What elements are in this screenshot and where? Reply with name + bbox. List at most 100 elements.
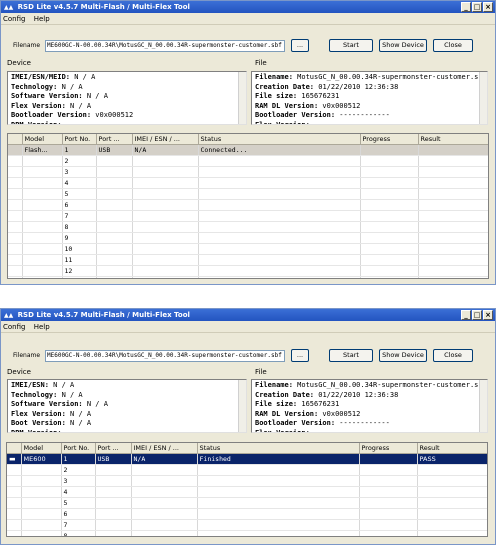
port-no-column-header[interactable]: Port No. <box>61 443 96 454</box>
window-title: RSD Lite v4.5.7 Multi-Flash / Multi-Flex… <box>17 3 190 11</box>
table-row[interactable]: 5 <box>7 497 487 509</box>
imei-cell <box>132 177 199 189</box>
port-type-column-header[interactable]: Port ... <box>95 443 132 454</box>
table-row[interactable]: 6 <box>8 199 488 211</box>
close-button[interactable]: Close <box>433 39 473 52</box>
status-cell <box>197 486 360 498</box>
model-cell <box>22 188 63 200</box>
table-row[interactable]: 7 <box>7 519 487 531</box>
table-row[interactable]: 8 <box>7 530 487 536</box>
progress-column-header[interactable]: Progress <box>360 134 419 145</box>
maximize-button[interactable]: □ <box>472 310 482 320</box>
table-row[interactable]: 5 <box>8 188 488 200</box>
browse-button[interactable]: ... <box>291 349 309 362</box>
imei-cell <box>132 243 199 255</box>
table-row[interactable]: 2 <box>8 155 488 167</box>
status-cell <box>198 232 361 244</box>
port-no-cell: 5 <box>61 497 96 509</box>
progress-cell <box>360 166 419 178</box>
minimize-button[interactable]: _ <box>461 2 471 12</box>
close-window-button[interactable]: × <box>483 310 493 320</box>
port-no-column-header[interactable]: Port No. <box>62 134 97 145</box>
table-row[interactable]: 7 <box>8 210 488 222</box>
model-cell <box>22 210 63 222</box>
imei-column-header[interactable]: IMEI / ESN / ... <box>131 443 198 454</box>
table-row[interactable]: 2 <box>7 464 487 476</box>
model-column-header[interactable]: Model <box>22 134 63 145</box>
show-device-button[interactable]: Show Device <box>379 349 427 362</box>
table-row[interactable]: 13 <box>8 276 488 278</box>
port-type-cell <box>96 221 133 233</box>
table-row[interactable]: 4 <box>8 177 488 189</box>
model-cell <box>21 464 62 476</box>
filename-field[interactable]: ME600GC-N-00.00.34R\MotusGC_N_00.00.34R-… <box>45 350 285 362</box>
row-icon-cell <box>7 497 22 509</box>
status-cell <box>197 530 360 536</box>
port-type-cell <box>96 188 133 200</box>
model-cell <box>21 497 62 509</box>
browse-button[interactable]: ... <box>291 39 309 52</box>
table-row[interactable]: 3 <box>7 475 487 487</box>
result-column-header[interactable]: Result <box>418 134 488 145</box>
imei-column-header[interactable]: IMEI / ESN / ... <box>132 134 199 145</box>
row-icon-cell <box>8 221 23 233</box>
status-cell <box>198 265 361 277</box>
result-cell <box>417 464 487 476</box>
menu-config[interactable]: Config <box>3 15 25 23</box>
table-row[interactable]: 10 <box>8 243 488 255</box>
status-column-header[interactable]: Status <box>198 134 361 145</box>
start-button[interactable]: Start <box>329 39 373 52</box>
device-scrollbar[interactable] <box>238 380 246 432</box>
close-window-button[interactable]: × <box>483 2 493 12</box>
status-cell <box>198 155 361 167</box>
table-row[interactable]: 11 <box>8 254 488 266</box>
filename-field[interactable]: ME600GC-N-00.00.34R\MotusGC_N_00.00.34R-… <box>45 40 285 52</box>
menu-help[interactable]: Help <box>34 323 50 331</box>
table-row[interactable]: 9 <box>8 232 488 244</box>
model-column-header[interactable]: Model <box>21 443 62 454</box>
maximize-button[interactable]: □ <box>472 2 482 12</box>
status-cell <box>198 177 361 189</box>
file-scrollbar[interactable] <box>479 72 487 124</box>
status-cell <box>198 166 361 178</box>
device-info-line: Flex Version: N / A <box>11 101 92 110</box>
menu-config[interactable]: Config <box>3 323 25 331</box>
port-grid: Model Port No. Port ... IMEI / ESN / ... Sta… <box>7 133 489 279</box>
port-type-column-header[interactable]: Port ... <box>96 134 133 145</box>
port-table: Model Port No. Port ... IMEI / ESN / ... Sta… <box>8 134 488 278</box>
menu-help[interactable]: Help <box>34 15 50 23</box>
start-button[interactable]: Start <box>329 349 373 362</box>
port-type-cell <box>95 475 132 487</box>
result-cell <box>418 188 488 200</box>
close-button[interactable]: Close <box>433 349 473 362</box>
status-cell <box>197 464 360 476</box>
table-row[interactable]: 8 <box>8 221 488 233</box>
table-row[interactable]: 6 <box>7 508 487 520</box>
port-type-cell <box>96 243 133 255</box>
port-type-cell <box>96 155 133 167</box>
device-scrollbar[interactable] <box>238 72 246 124</box>
model-cell <box>22 243 63 255</box>
icon-column-header[interactable] <box>7 443 22 454</box>
file-info-panel: Filename: MotusGC_N_00.00.34R-supermonst… <box>251 71 488 125</box>
port-no-cell: 7 <box>61 519 96 531</box>
progress-cell <box>359 453 418 465</box>
file-scrollbar[interactable] <box>479 380 487 432</box>
minimize-button[interactable]: _ <box>461 310 471 320</box>
table-row[interactable]: ▬ ME600 1 USB N/A Finished PASS <box>7 453 487 465</box>
icon-column-header[interactable] <box>8 134 23 145</box>
result-column-header[interactable]: Result <box>417 443 487 454</box>
table-row[interactable]: 4 <box>7 486 487 498</box>
result-cell <box>417 486 487 498</box>
device-info-line: Software Version: N / A <box>11 92 108 100</box>
show-device-button[interactable]: Show Device <box>379 39 427 52</box>
table-row[interactable]: Flash... 1 USB N/A Connected... <box>8 144 488 156</box>
status-column-header[interactable]: Status <box>197 443 360 454</box>
table-row[interactable]: 12 <box>8 265 488 277</box>
progress-cell <box>360 243 419 255</box>
progress-column-header[interactable]: Progress <box>359 443 418 454</box>
result-cell <box>418 199 488 211</box>
file-info-line: Creation Date: 01/22/2010 12:36:38 <box>255 82 399 91</box>
table-row[interactable]: 3 <box>8 166 488 178</box>
device-info-panel: IMEI/ESN/MEID: N / A Technology: N / A S… <box>7 71 247 125</box>
